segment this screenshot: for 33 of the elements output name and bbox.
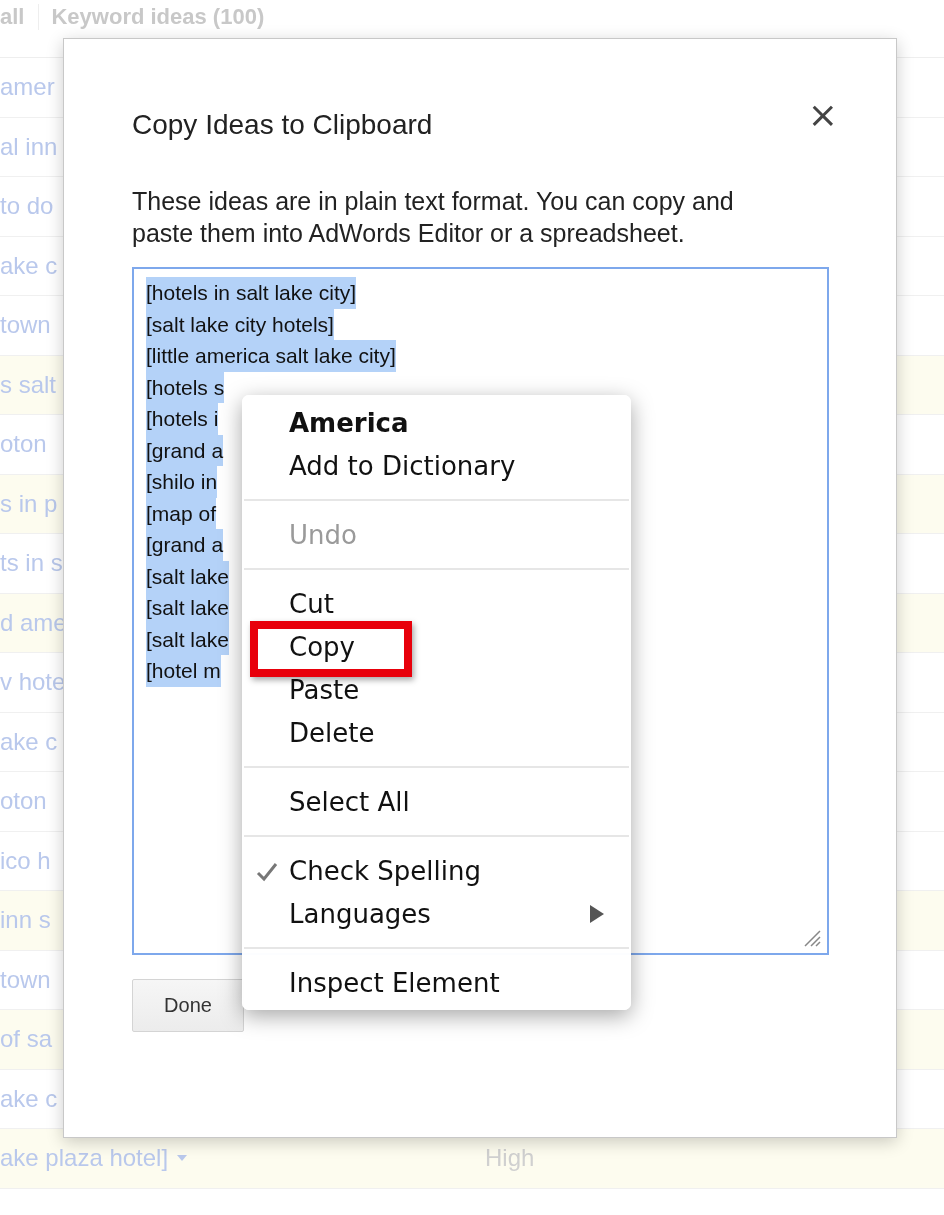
keyword-text: ake c bbox=[0, 727, 58, 756]
keyword-text: amer bbox=[0, 73, 55, 102]
menu-item[interactable]: Select All bbox=[242, 780, 631, 823]
dialog-title: Copy Ideas to Clipboard bbox=[132, 109, 433, 141]
menu-item[interactable]: Delete bbox=[242, 711, 631, 754]
keyword-text: ts in s bbox=[0, 549, 63, 578]
keyword-text: s salt bbox=[0, 370, 56, 399]
keyword-text: to do bbox=[0, 192, 54, 221]
keyword-text: v hote bbox=[0, 668, 66, 697]
keyword-text: town bbox=[0, 311, 51, 340]
keyword-text: oton bbox=[0, 430, 47, 459]
menu-item[interactable]: Add to Dictionary bbox=[242, 444, 631, 487]
menu-item[interactable]: Paste bbox=[242, 668, 631, 711]
dialog-description: These ideas are in plain text format. You can copy and paste them into AdWords Editor or a spreadsheet. bbox=[132, 186, 735, 249]
keyword-text: s in p bbox=[0, 489, 58, 518]
keyword-text: ake plaza hotel] bbox=[0, 1144, 169, 1173]
keyword-text: ake c bbox=[0, 251, 58, 280]
menu-item[interactable]: Inspect Element bbox=[242, 961, 631, 1004]
keyword-text: al inn bbox=[0, 132, 58, 161]
menu-item[interactable]: Cut bbox=[242, 582, 631, 625]
menu-item[interactable]: Languages bbox=[242, 892, 631, 935]
keyword-text: of sa bbox=[0, 1025, 53, 1054]
close-button[interactable]: × bbox=[807, 97, 838, 133]
menu-item[interactable]: Check Spelling bbox=[242, 849, 631, 892]
resize-grip-icon[interactable] bbox=[803, 929, 821, 947]
done-button[interactable]: Done bbox=[132, 979, 244, 1032]
keyword-text: oton bbox=[0, 787, 47, 816]
menu-item[interactable]: Copy bbox=[242, 625, 631, 668]
keyword-text: ico h bbox=[0, 846, 51, 875]
keyword-text: inn s bbox=[0, 906, 51, 935]
keyword-text: ake c bbox=[0, 1084, 58, 1113]
keyword-text: town bbox=[0, 965, 51, 994]
menu-item[interactable]: America bbox=[242, 401, 631, 444]
